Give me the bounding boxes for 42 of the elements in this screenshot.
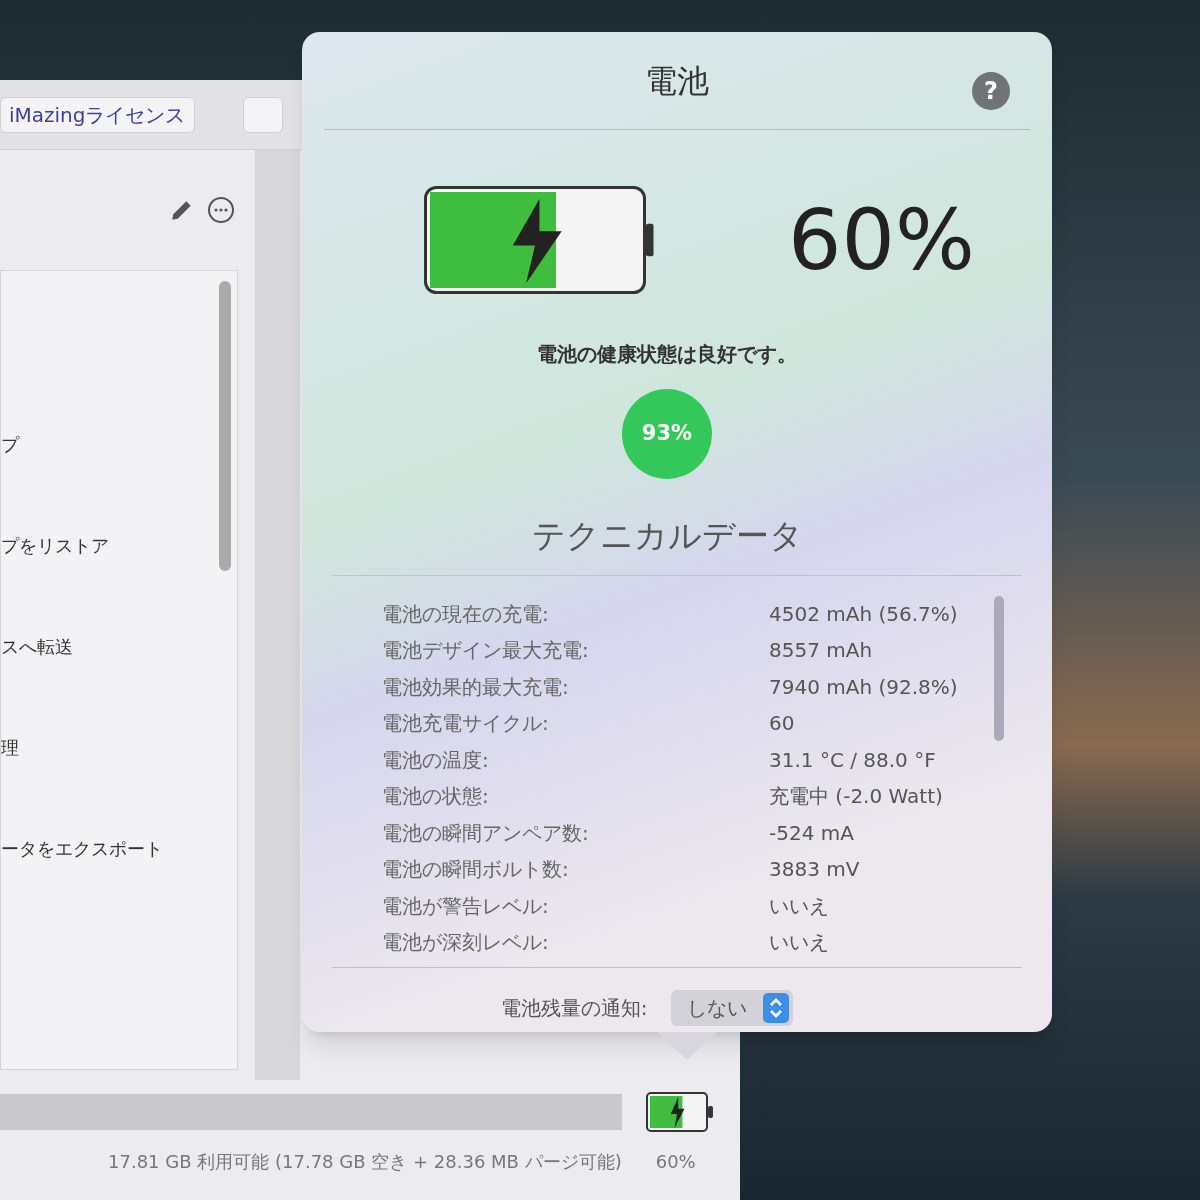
list-item[interactable]: プ: [1, 431, 19, 458]
stepper-icon: [763, 992, 790, 1023]
health-badge: 93%: [622, 389, 712, 479]
row-label: 電池の瞬間アンペア数:: [382, 819, 590, 847]
row-label: 電池の現在の充電:: [382, 600, 550, 628]
storage-text: 17.81 GB 利用可能 (17.78 GB 空き + 28.36 MB パージ可能): [108, 1150, 622, 1174]
popover-title: 電池: [645, 60, 709, 102]
row-label: 電池が深刻レベル:: [382, 929, 550, 957]
popover-arrow: [657, 1032, 717, 1060]
help-button[interactable]: ?: [972, 72, 1010, 110]
scrollbar[interactable]: [219, 281, 231, 571]
row-value: 7940 mAh (92.8%): [769, 673, 958, 701]
list-item[interactable]: プをリストア: [1, 532, 109, 559]
row-value: いいえ: [769, 892, 829, 920]
row-value: -524 mA: [769, 819, 854, 847]
row-label: 電池の温度:: [382, 746, 490, 774]
section-title: テクニカルデータ: [531, 515, 803, 557]
notification-select[interactable]: しない: [671, 989, 794, 1026]
row-label: 電池デザイン最大充電:: [382, 637, 590, 665]
row-value: 充電中 (-2.0 Watt): [769, 783, 943, 811]
row-label: 電池の瞬間ボルト数:: [382, 856, 570, 884]
more-icon[interactable]: [207, 196, 235, 224]
row-value: 8557 mAh: [769, 637, 873, 665]
list-item[interactable]: 理: [1, 734, 19, 761]
row-value: 4502 mAh (56.7%): [769, 600, 958, 628]
list-item[interactable]: スへ転送: [1, 633, 73, 660]
row-value: 31.1 °C / 88.0 °F: [769, 746, 936, 774]
row-value: 3883 mV: [769, 856, 860, 884]
row-label: 電池の状態:: [382, 783, 490, 811]
scrollbar[interactable]: [994, 595, 1004, 741]
battery-percent: 60%: [655, 1150, 696, 1174]
toolbar-button[interactable]: [242, 96, 283, 133]
list-item[interactable]: ータをエクスポート: [1, 835, 163, 862]
row-label: 電池が警告レベル:: [382, 892, 550, 920]
row-label: 電池充電サイクル:: [382, 710, 550, 738]
row-value: いいえ: [769, 929, 829, 957]
notification-label: 電池残量の通知:: [500, 994, 648, 1022]
license-tab[interactable]: iMazingライセンス: [0, 96, 195, 133]
row-value: 60: [769, 710, 795, 738]
row-label: 電池効果的最大充電:: [382, 673, 570, 701]
health-status: 電池の健康状態は良好です。: [537, 341, 797, 368]
battery-percent: 60%: [788, 190, 975, 291]
